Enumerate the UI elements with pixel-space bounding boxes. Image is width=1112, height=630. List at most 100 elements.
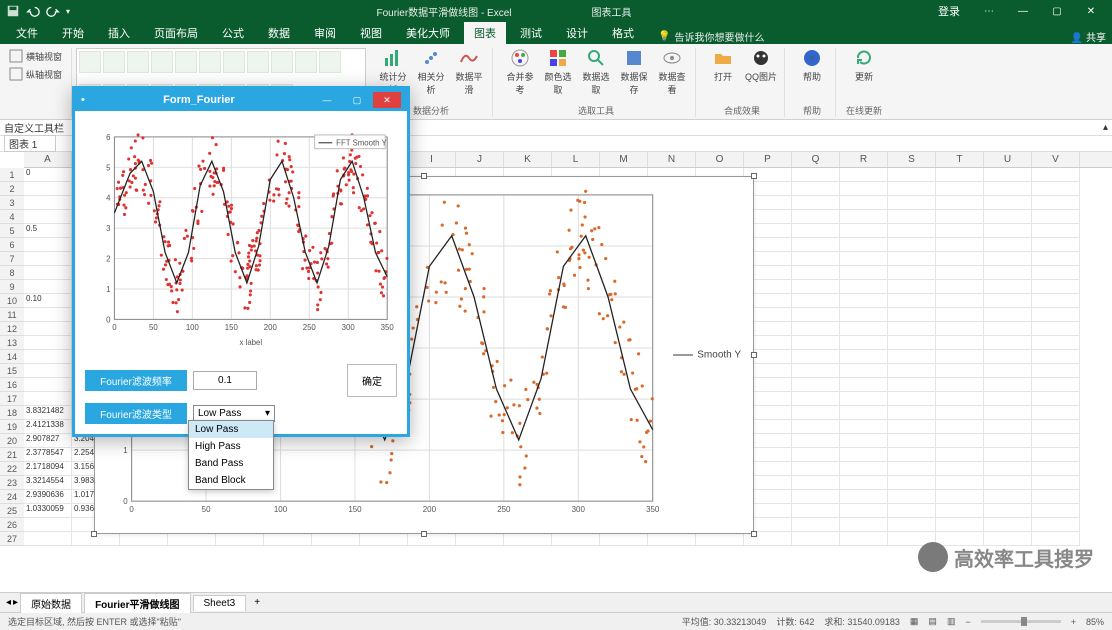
cell[interactable] [936, 476, 984, 490]
cell[interactable] [936, 266, 984, 280]
cell[interactable] [936, 336, 984, 350]
cell[interactable] [24, 210, 72, 224]
row-hdr[interactable]: 15 [0, 364, 24, 378]
cell[interactable] [24, 280, 72, 294]
cell[interactable] [1032, 196, 1080, 210]
cell[interactable] [24, 182, 72, 196]
dropdown-option-bandblock[interactable]: Band Block [189, 472, 273, 489]
cell[interactable] [936, 392, 984, 406]
btn-smooth[interactable]: 数据平滑 [452, 48, 486, 96]
cell[interactable] [1032, 224, 1080, 238]
cell[interactable] [840, 294, 888, 308]
col-hdr[interactable]: U [984, 152, 1032, 167]
row-hdr[interactable]: 14 [0, 350, 24, 364]
tab-insert[interactable]: 插入 [98, 22, 140, 44]
tab-chart[interactable]: 图表 [464, 22, 506, 44]
cell[interactable] [792, 252, 840, 266]
resize-handle[interactable] [421, 531, 427, 537]
cell[interactable] [792, 518, 840, 532]
row-hdr[interactable]: 9 [0, 280, 24, 294]
cell[interactable]: 0.5 [24, 224, 72, 238]
cell[interactable] [888, 280, 936, 294]
cell[interactable] [888, 392, 936, 406]
cell[interactable] [1032, 490, 1080, 504]
cell[interactable] [936, 238, 984, 252]
cell[interactable] [792, 420, 840, 434]
cell[interactable] [984, 364, 1032, 378]
cell[interactable] [888, 448, 936, 462]
cell[interactable] [936, 210, 984, 224]
cell[interactable] [1032, 322, 1080, 336]
cell[interactable] [840, 196, 888, 210]
view-break-icon[interactable]: ▥ [947, 616, 956, 627]
cell[interactable] [840, 518, 888, 532]
sheet-nav-prev-icon[interactable]: ◂ [6, 597, 11, 608]
cell[interactable] [24, 252, 72, 266]
cell[interactable] [840, 434, 888, 448]
cell[interactable] [888, 252, 936, 266]
cell[interactable] [984, 462, 1032, 476]
cell[interactable] [984, 490, 1032, 504]
cell[interactable]: 3.3214554 [24, 476, 72, 490]
cell[interactable]: 1.0330059 [24, 504, 72, 518]
row-hdr[interactable]: 17 [0, 392, 24, 406]
cell[interactable] [24, 336, 72, 350]
form-titlebar[interactable]: • Form_Fourier — ▢ ✕ [75, 89, 407, 111]
col-hdr[interactable]: M [600, 152, 648, 167]
cell[interactable] [936, 196, 984, 210]
cell[interactable] [888, 210, 936, 224]
cell[interactable] [1032, 406, 1080, 420]
cell[interactable] [24, 518, 72, 532]
cell[interactable] [792, 280, 840, 294]
cell[interactable] [840, 336, 888, 350]
cell[interactable] [792, 182, 840, 196]
cell[interactable] [888, 476, 936, 490]
ok-button[interactable]: 确定 [347, 364, 397, 397]
cell[interactable] [888, 322, 936, 336]
row-hdr[interactable]: 11 [0, 308, 24, 322]
col-hdr[interactable]: J [456, 152, 504, 167]
cell[interactable] [936, 308, 984, 322]
cell[interactable] [840, 448, 888, 462]
cell[interactable] [936, 322, 984, 336]
cell[interactable] [792, 406, 840, 420]
cell[interactable] [984, 504, 1032, 518]
cell[interactable] [888, 378, 936, 392]
resize-handle[interactable] [751, 531, 757, 537]
btn-qq-image[interactable]: QQ图片 [744, 48, 778, 83]
cell[interactable] [1032, 280, 1080, 294]
resize-handle[interactable] [751, 173, 757, 179]
zoom-value[interactable]: 85% [1086, 617, 1104, 627]
cell[interactable] [888, 406, 936, 420]
cell[interactable] [792, 168, 840, 182]
cell[interactable] [840, 504, 888, 518]
cell[interactable] [1032, 168, 1080, 182]
cell[interactable] [840, 350, 888, 364]
sheet-tab-0[interactable]: 原始数据 [20, 593, 82, 613]
cell[interactable] [792, 196, 840, 210]
form-close-icon[interactable]: ✕ [373, 92, 401, 108]
collapse-ribbon-icon[interactable]: ▴ [1103, 122, 1108, 133]
cell[interactable] [1032, 434, 1080, 448]
cell[interactable] [840, 420, 888, 434]
cell[interactable] [888, 266, 936, 280]
name-box[interactable]: 图表 1 [4, 135, 56, 152]
cell[interactable]: 2.9390636 [24, 490, 72, 504]
row-hdr[interactable]: 8 [0, 266, 24, 280]
cell[interactable] [936, 420, 984, 434]
cell[interactable] [840, 364, 888, 378]
view-normal-icon[interactable]: ▦ [910, 616, 919, 627]
cell[interactable] [984, 420, 1032, 434]
form-minimize-icon[interactable]: — [313, 92, 341, 108]
cell[interactable] [984, 476, 1032, 490]
cell[interactable] [1032, 308, 1080, 322]
cell[interactable] [24, 378, 72, 392]
cell[interactable] [792, 266, 840, 280]
cell[interactable] [888, 420, 936, 434]
cell[interactable] [1032, 238, 1080, 252]
cell[interactable] [792, 378, 840, 392]
col-hdr[interactable]: P [744, 152, 792, 167]
row-hdr[interactable]: 4 [0, 210, 24, 224]
row-hdr[interactable]: 3 [0, 196, 24, 210]
row-hdr[interactable]: 23 [0, 476, 24, 490]
